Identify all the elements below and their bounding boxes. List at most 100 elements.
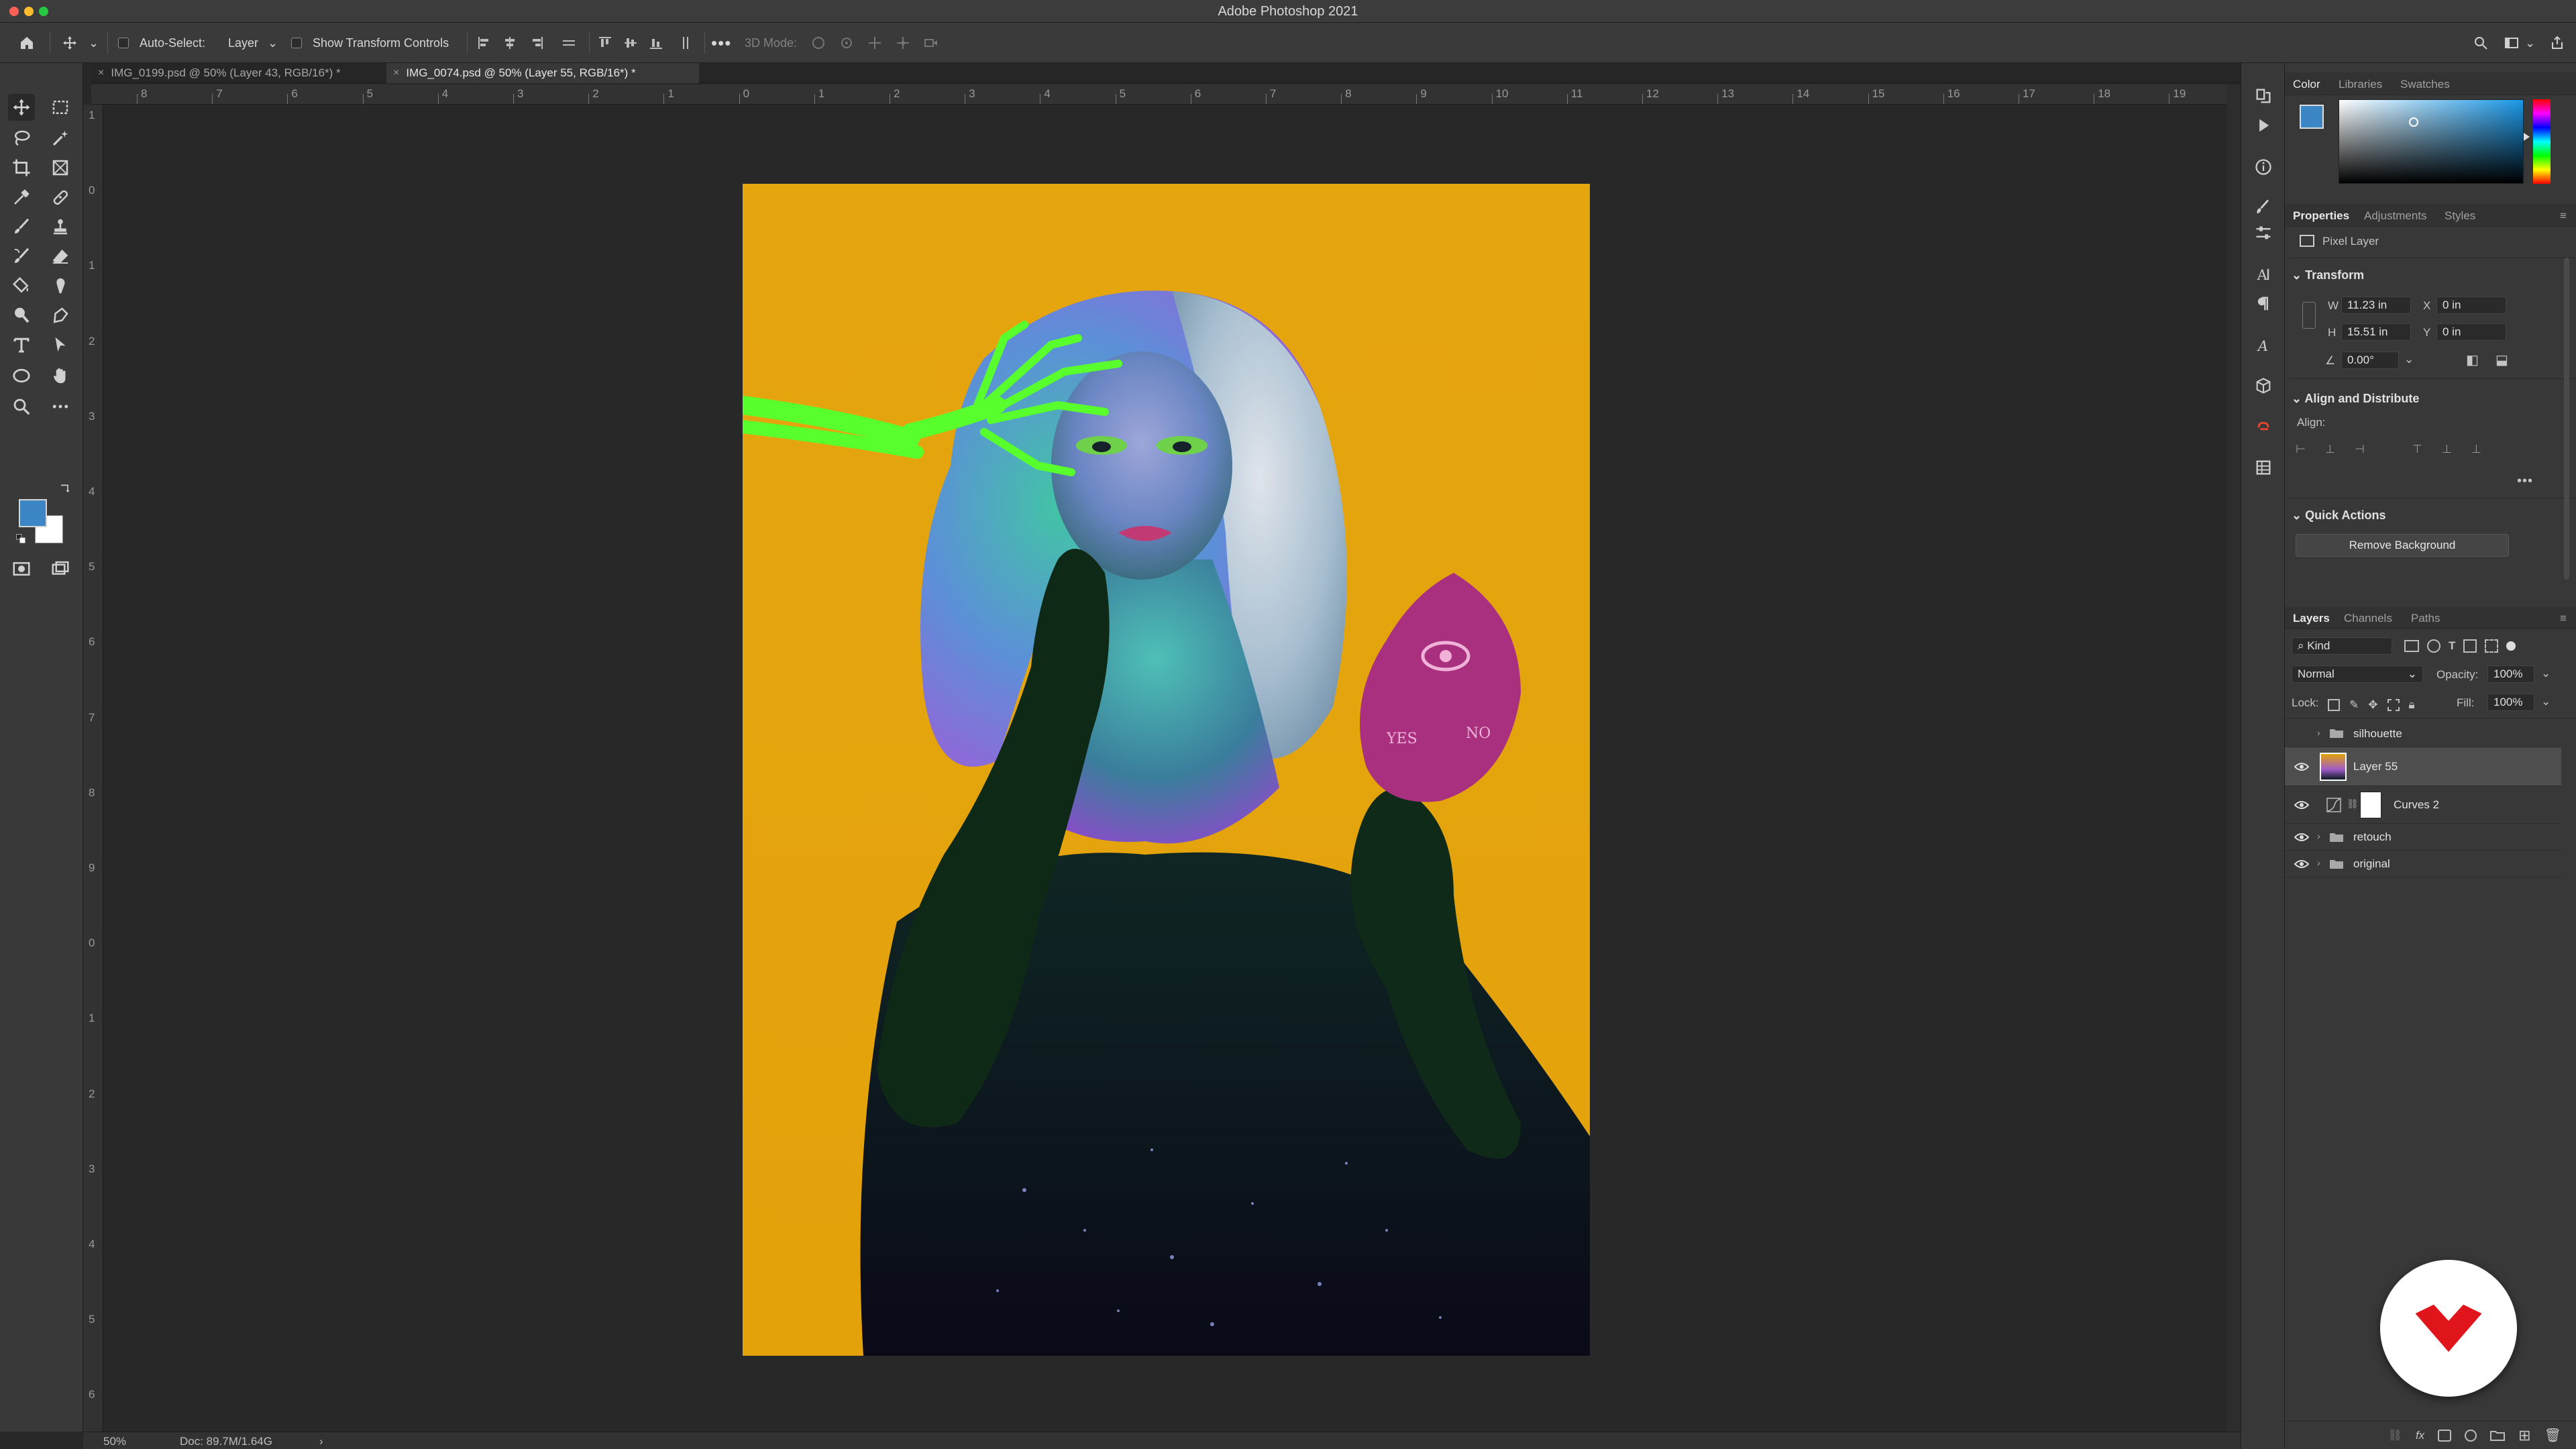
close-tab-icon[interactable]: × [393, 67, 399, 79]
close-tab-icon[interactable]: × [98, 67, 104, 79]
new-group-icon[interactable] [2490, 1430, 2506, 1441]
filter-shape-icon[interactable] [2463, 639, 2477, 653]
brush-tool-icon[interactable] [8, 213, 35, 240]
link-icon[interactable]: ⛓︎ [2347, 798, 2359, 810]
color-panel-foreground-swatch[interactable] [2300, 105, 2324, 129]
panel-align-center-icon[interactable]: ⊥ [2325, 443, 2335, 456]
frame-tool-icon[interactable] [47, 154, 74, 181]
path-selection-tool-icon[interactable] [47, 331, 74, 358]
panel-menu-icon[interactable]: ≡ [2560, 209, 2567, 223]
tab-adjustments[interactable]: Adjustments [2364, 209, 2427, 223]
default-colors-icon[interactable] [13, 531, 30, 547]
info-icon[interactable] [2253, 157, 2273, 177]
grid-table-icon[interactable] [2253, 458, 2273, 478]
document-image[interactable]: YES NO [743, 184, 1590, 1356]
swap-colors-icon[interactable] [56, 482, 72, 498]
layer-style-fx-icon[interactable]: fx [2416, 1429, 2424, 1442]
ellipse-tool-icon[interactable] [8, 362, 35, 389]
dodge-tool-icon[interactable] [8, 302, 35, 329]
properties-scrollbar[interactable] [2564, 258, 2569, 580]
hand-tool-icon[interactable] [47, 362, 74, 389]
chevron-down-icon[interactable]: ⌄ [89, 36, 99, 50]
actions-play-icon[interactable] [2253, 115, 2273, 136]
chevron-right-icon[interactable]: › [2317, 857, 2320, 868]
opacity-field[interactable]: 100% [2487, 665, 2534, 683]
align-horizontal-center-icon[interactable] [502, 35, 518, 51]
panel-align-right-icon[interactable]: ⊣ [2355, 443, 2365, 456]
chevron-right-icon[interactable]: › [2317, 727, 2320, 738]
align-top-icon[interactable] [597, 35, 613, 51]
lock-pixels-icon[interactable]: ✎ [2349, 698, 2359, 712]
auto-select-checkbox[interactable] [118, 38, 129, 48]
filter-type-icon[interactable]: T [2449, 639, 2455, 653]
lock-transparent-icon[interactable] [2328, 699, 2340, 711]
clone-stamp-tool-icon[interactable] [47, 213, 74, 240]
filter-adjustment-icon[interactable] [2427, 639, 2440, 653]
smudge-tool-icon[interactable] [47, 272, 74, 299]
tab-paths[interactable]: Paths [2411, 612, 2440, 625]
document-tab-active[interactable]: × IMG_0074.psd @ 50% (Layer 55, RGB/16*)… [386, 63, 699, 83]
foreground-color-swatch[interactable] [19, 499, 47, 527]
3d-cube-icon[interactable] [2253, 376, 2273, 396]
home-icon[interactable] [19, 35, 35, 51]
3d-pan-icon[interactable] [867, 35, 883, 51]
panel-align-left-icon[interactable]: ⊢ [2296, 443, 2306, 456]
move-tool-preset-icon[interactable] [62, 35, 78, 51]
layer-row-selected[interactable]: Layer 55 [2285, 747, 2561, 786]
show-transform-checkbox[interactable] [291, 38, 302, 48]
quick-mask-icon[interactable] [8, 555, 35, 582]
type-tool-icon[interactable] [8, 331, 35, 358]
eraser-tool-icon[interactable] [47, 243, 74, 270]
visibility-eye-icon[interactable] [2294, 857, 2309, 871]
visibility-eye-icon[interactable] [2294, 760, 2309, 773]
3d-scale-icon[interactable] [923, 35, 939, 51]
more-tools-ellipsis-icon[interactable] [47, 393, 74, 420]
auto-select-target-dropdown[interactable]: Layer [228, 36, 258, 50]
link-layers-icon[interactable]: ⛓︎ [2387, 1429, 2402, 1442]
tab-color[interactable]: Color [2293, 78, 2320, 91]
pen-tool-icon[interactable] [47, 302, 74, 329]
lock-position-icon[interactable]: ✥ [2368, 698, 2377, 712]
paragraph-icon[interactable] [2253, 294, 2273, 314]
fill-field[interactable]: 100% [2487, 694, 2534, 711]
3d-roll-icon[interactable] [839, 35, 855, 51]
more-options-ellipsis-icon[interactable]: ••• [711, 33, 731, 54]
layer-kind-filter[interactable]: ⌕ Kind [2292, 637, 2392, 655]
vertical-scrollbar[interactable] [2227, 85, 2241, 1432]
visibility-eye-icon[interactable] [2294, 830, 2309, 844]
tab-properties[interactable]: Properties [2293, 209, 2349, 223]
history-icon[interactable] [2253, 86, 2273, 106]
add-mask-icon[interactable] [2438, 1429, 2452, 1442]
healing-brush-tool-icon[interactable] [47, 184, 74, 211]
chevron-down-icon[interactable]: ⌄ [2541, 667, 2551, 680]
magic-wand-tool-icon[interactable] [47, 125, 74, 152]
tab-styles[interactable]: Styles [2445, 209, 2475, 223]
visibility-eye-icon[interactable] [2294, 798, 2309, 812]
flip-vertical-icon[interactable]: ⬓ [2496, 352, 2508, 368]
layer-row[interactable]: › original [2285, 851, 2561, 877]
panel-align-middle-icon[interactable]: ⊥ [2442, 443, 2452, 456]
tab-libraries[interactable]: Libraries [2339, 78, 2382, 91]
adjustment-sliders-icon[interactable] [2253, 223, 2273, 243]
creative-cloud-icon[interactable] [2253, 416, 2273, 436]
align-left-icon[interactable] [476, 35, 492, 51]
new-layer-icon[interactable]: ⊞ [2518, 1427, 2530, 1444]
panel-align-top-icon[interactable]: ⊤ [2412, 443, 2422, 456]
marquee-tool-icon[interactable] [47, 94, 74, 121]
width-field[interactable]: 11.23 in [2341, 297, 2411, 314]
move-tool-icon[interactable] [8, 94, 35, 121]
lock-all-icon[interactable]: 🔒︎ [2409, 698, 2415, 712]
x-field[interactable]: 0 in [2436, 297, 2506, 314]
workspace-icon[interactable] [2504, 35, 2520, 51]
3d-slide-icon[interactable] [895, 35, 911, 51]
crop-tool-icon[interactable] [8, 154, 35, 181]
layer-mask-thumbnail[interactable] [2360, 792, 2381, 818]
quick-actions-section-header[interactable]: ⌄ Quick Actions [2292, 508, 2385, 523]
document-tab[interactable]: × IMG_0199.psd @ 50% (Layer 43, RGB/16*)… [91, 63, 400, 83]
flip-horizontal-icon[interactable]: ◧ [2466, 352, 2479, 368]
zoom-level[interactable]: 50% [103, 1435, 126, 1448]
chevron-down-icon[interactable]: ⌄ [2525, 36, 2535, 50]
color-picker-cursor[interactable] [2409, 117, 2418, 127]
lasso-tool-icon[interactable] [8, 125, 35, 152]
chevron-right-icon[interactable]: › [2317, 830, 2320, 841]
